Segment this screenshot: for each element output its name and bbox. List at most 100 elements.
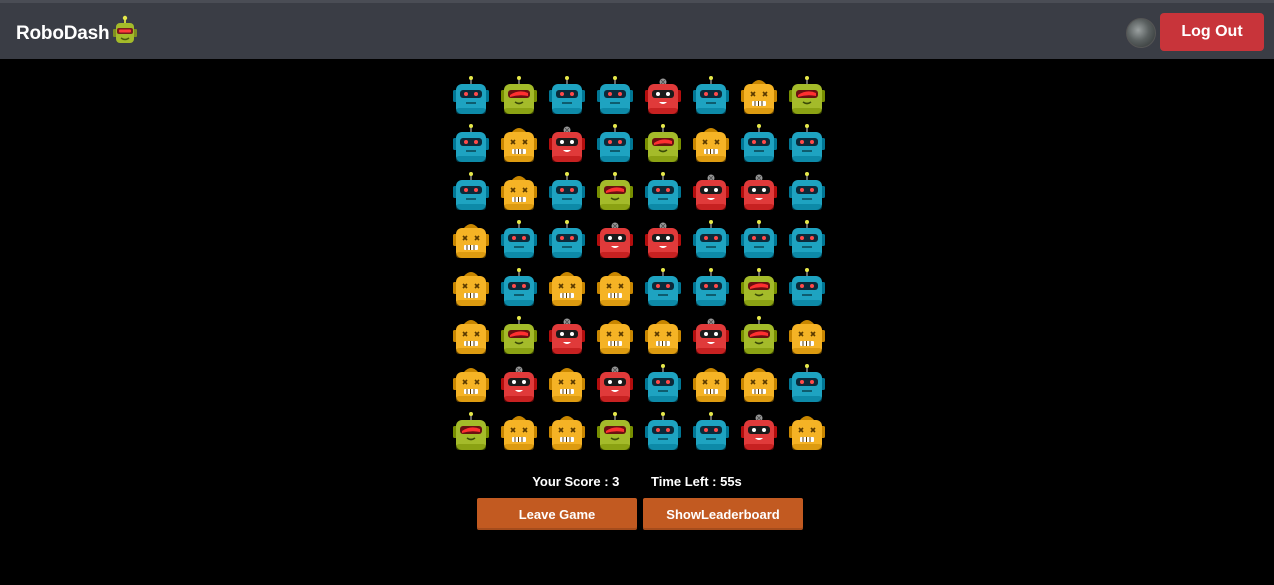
- yellow-robot-icon: [789, 320, 825, 354]
- blue-robot-icon: [645, 268, 681, 306]
- blue-robot-icon: [645, 172, 681, 210]
- robot-tile-yellow[interactable]: [447, 266, 495, 314]
- robot-tile-green[interactable]: [495, 314, 543, 362]
- robot-tile-yellow[interactable]: [735, 362, 783, 410]
- show-leaderboard-button[interactable]: ShowLeaderboard: [643, 498, 803, 530]
- robot-tile-blue[interactable]: [783, 266, 831, 314]
- red-robot-icon: [597, 222, 633, 258]
- robot-tile-red[interactable]: [495, 362, 543, 410]
- robot-tile-red[interactable]: [687, 314, 735, 362]
- green-robot-icon: [741, 268, 777, 306]
- robot-tile-blue[interactable]: [639, 170, 687, 218]
- robot-logo-icon: [111, 15, 139, 52]
- robot-tile-yellow[interactable]: [687, 362, 735, 410]
- robot-tile-blue[interactable]: [735, 122, 783, 170]
- robot-tile-blue[interactable]: [495, 266, 543, 314]
- yellow-robot-icon: [597, 320, 633, 354]
- logout-button[interactable]: Log Out: [1160, 13, 1264, 51]
- robot-tile-yellow[interactable]: [543, 362, 591, 410]
- robot-tile-green[interactable]: [591, 170, 639, 218]
- robot-tile-yellow[interactable]: [447, 314, 495, 362]
- robot-tile-blue[interactable]: [783, 218, 831, 266]
- robot-tile-blue[interactable]: [687, 266, 735, 314]
- blue-robot-icon: [789, 124, 825, 162]
- yellow-robot-icon: [597, 272, 633, 306]
- robot-tile-red[interactable]: [639, 74, 687, 122]
- time-left-label: Time Left : 55s: [651, 474, 742, 489]
- robot-tile-blue[interactable]: [591, 74, 639, 122]
- yellow-robot-icon: [741, 368, 777, 402]
- robot-tile-green[interactable]: [447, 410, 495, 458]
- robot-tile-red[interactable]: [735, 410, 783, 458]
- yellow-robot-icon: [501, 416, 537, 450]
- robot-tile-green[interactable]: [735, 266, 783, 314]
- red-robot-icon: [549, 126, 585, 162]
- robot-tile-blue[interactable]: [687, 218, 735, 266]
- robot-tile-yellow[interactable]: [591, 266, 639, 314]
- robot-tile-yellow[interactable]: [543, 266, 591, 314]
- robot-tile-red[interactable]: [543, 314, 591, 362]
- robot-tile-blue[interactable]: [447, 122, 495, 170]
- robot-tile-blue[interactable]: [783, 122, 831, 170]
- red-robot-icon: [549, 318, 585, 354]
- leave-game-button[interactable]: Leave Game: [477, 498, 637, 530]
- robot-tile-red[interactable]: [735, 170, 783, 218]
- blue-robot-icon: [693, 76, 729, 114]
- robot-tile-red[interactable]: [591, 362, 639, 410]
- robot-tile-red[interactable]: [687, 170, 735, 218]
- robot-tile-blue[interactable]: [543, 74, 591, 122]
- red-robot-icon: [741, 414, 777, 450]
- robot-tile-blue[interactable]: [735, 218, 783, 266]
- yellow-robot-icon: [453, 224, 489, 258]
- red-robot-icon: [741, 174, 777, 210]
- robot-tile-blue[interactable]: [687, 74, 735, 122]
- robot-tile-yellow[interactable]: [687, 122, 735, 170]
- blue-robot-icon: [453, 76, 489, 114]
- robot-tile-yellow[interactable]: [639, 314, 687, 362]
- red-robot-icon: [597, 366, 633, 402]
- yellow-robot-icon: [453, 272, 489, 306]
- blue-robot-icon: [453, 124, 489, 162]
- green-robot-icon: [645, 124, 681, 162]
- brand[interactable]: RoboDash: [16, 15, 139, 52]
- user-avatar[interactable]: [1126, 18, 1156, 48]
- robot-tile-blue[interactable]: [543, 170, 591, 218]
- robot-tile-yellow[interactable]: [735, 74, 783, 122]
- robot-tile-green[interactable]: [639, 122, 687, 170]
- robot-tile-green[interactable]: [591, 410, 639, 458]
- robot-tile-blue[interactable]: [639, 410, 687, 458]
- robot-tile-blue[interactable]: [591, 122, 639, 170]
- robot-tile-yellow[interactable]: [495, 170, 543, 218]
- robot-tile-blue[interactable]: [495, 218, 543, 266]
- robot-tile-yellow[interactable]: [591, 314, 639, 362]
- robot-tile-yellow[interactable]: [447, 218, 495, 266]
- robot-tile-yellow[interactable]: [543, 410, 591, 458]
- robot-tile-red[interactable]: [639, 218, 687, 266]
- robot-tile-green[interactable]: [735, 314, 783, 362]
- robot-tile-yellow[interactable]: [447, 362, 495, 410]
- robot-tile-yellow[interactable]: [783, 314, 831, 362]
- robot-tile-blue[interactable]: [447, 170, 495, 218]
- robot-tile-yellow[interactable]: [495, 410, 543, 458]
- robot-tile-blue[interactable]: [639, 362, 687, 410]
- robot-tile-blue[interactable]: [447, 74, 495, 122]
- robot-tile-red[interactable]: [591, 218, 639, 266]
- robot-tile-blue[interactable]: [543, 218, 591, 266]
- robot-tile-red[interactable]: [543, 122, 591, 170]
- blue-robot-icon: [741, 124, 777, 162]
- robot-tile-green[interactable]: [783, 74, 831, 122]
- red-robot-icon: [501, 366, 537, 402]
- blue-robot-icon: [693, 268, 729, 306]
- blue-robot-icon: [789, 172, 825, 210]
- robot-tile-blue[interactable]: [783, 170, 831, 218]
- robot-tile-blue[interactable]: [639, 266, 687, 314]
- robot-tile-yellow[interactable]: [783, 410, 831, 458]
- blue-robot-icon: [645, 412, 681, 450]
- yellow-robot-icon: [501, 176, 537, 210]
- robot-tile-blue[interactable]: [783, 362, 831, 410]
- red-robot-icon: [645, 222, 681, 258]
- blue-robot-icon: [453, 172, 489, 210]
- robot-tile-green[interactable]: [495, 74, 543, 122]
- robot-tile-blue[interactable]: [687, 410, 735, 458]
- robot-tile-yellow[interactable]: [495, 122, 543, 170]
